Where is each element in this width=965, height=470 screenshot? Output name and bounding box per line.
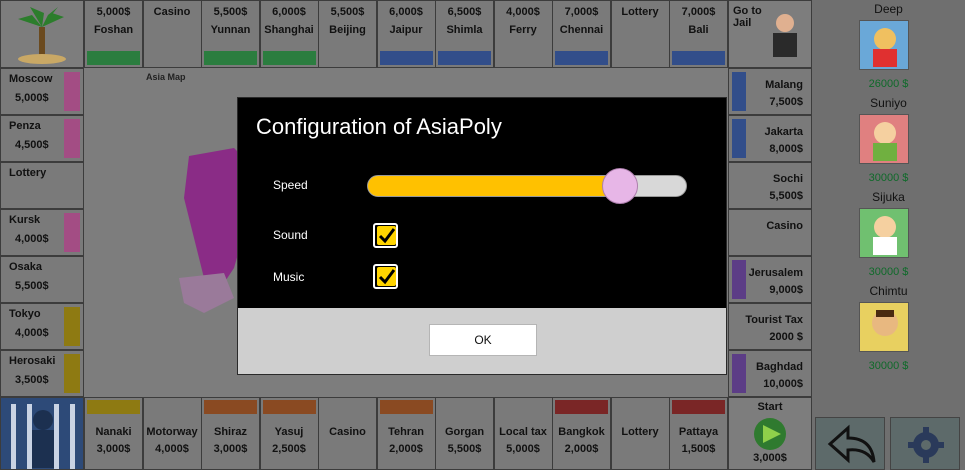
sound-checkbox[interactable] xyxy=(373,223,398,248)
modal-overlay: Configuration of AsiaPoly Speed Sound Mu… xyxy=(0,0,965,470)
speed-slider-thumb[interactable] xyxy=(601,168,638,204)
speed-label: Speed xyxy=(273,178,308,192)
speed-slider-track[interactable] xyxy=(367,175,687,197)
music-checkbox[interactable] xyxy=(373,264,398,289)
game-screen: Asia Map Go to Jail Start 3,000$ 5,000$ … xyxy=(0,0,965,470)
sound-label: Sound xyxy=(273,228,308,242)
checkmark-icon xyxy=(377,267,396,286)
checkmark-icon xyxy=(377,226,396,245)
dialog-footer: OK xyxy=(238,308,726,374)
dialog-title: Configuration of AsiaPoly xyxy=(256,114,502,139)
configuration-dialog: Configuration of AsiaPoly Speed Sound Mu… xyxy=(237,97,727,375)
ok-button[interactable]: OK xyxy=(429,324,537,356)
music-label: Music xyxy=(273,270,305,284)
speed-slider-fill xyxy=(368,176,620,196)
